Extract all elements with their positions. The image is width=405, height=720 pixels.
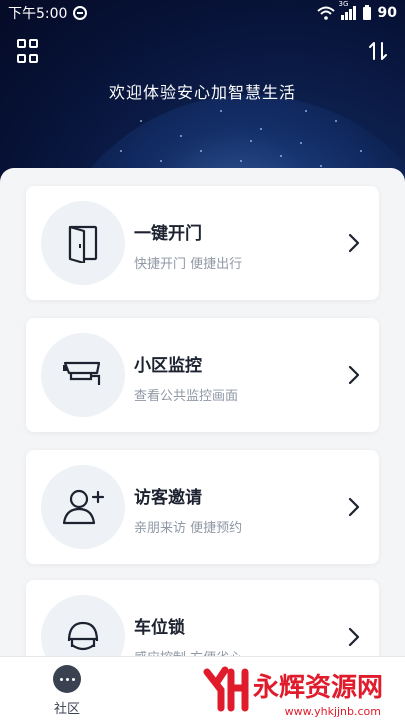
sync-icon [73, 6, 88, 20]
menu-grid-icon[interactable] [14, 38, 40, 64]
switch-icon[interactable] [365, 38, 391, 64]
watermark-url: www.yhkjjnb.com [284, 705, 381, 718]
camera-icon [63, 361, 101, 385]
watermark-brand: 永辉资源网 [252, 673, 383, 703]
card-title: 一键开门 [134, 224, 202, 244]
status-time: 下午5:00 [8, 6, 68, 22]
chevron-right-icon [348, 365, 360, 385]
card-title: 车位锁 [134, 618, 185, 638]
card-open-door[interactable]: 一键开门 快捷开门 便捷出行 [26, 186, 379, 300]
card-icon-wrap [41, 333, 125, 417]
tab-community[interactable]: 社区 [50, 665, 84, 717]
card-community-monitor[interactable]: 小区监控 查看公共监控画面 [26, 318, 379, 432]
card-icon-wrap [41, 465, 125, 549]
card-subtitle: 查看公共监控画面 [134, 389, 239, 404]
card-subtitle: 快捷开门 便捷出行 [134, 257, 243, 272]
network-badge: 3G [338, 0, 349, 8]
watermark-logo-icon [203, 666, 249, 712]
helmet-icon [67, 621, 99, 651]
content-sheet: 一键开门 快捷开门 便捷出行 小区监控 查看公共监控画面 访客邀请 亲朋来访 便… [0, 168, 405, 720]
chevron-right-icon [348, 627, 360, 647]
add-user-icon [62, 489, 105, 525]
card-icon-wrap [41, 201, 125, 285]
card-subtitle: 亲朋来访 便捷预约 [134, 521, 243, 536]
card-visitor-invite[interactable]: 访客邀请 亲朋来访 便捷预约 [26, 450, 379, 564]
welcome-text: 欢迎体验安心加智慧生活 [108, 83, 296, 102]
card-title: 小区监控 [134, 356, 202, 376]
chevron-right-icon [348, 233, 360, 253]
status-bar: 下午5:00 3G 90 [0, 0, 405, 26]
chevron-right-icon [348, 497, 360, 517]
battery-level: 90 [377, 5, 397, 21]
bottom-tab-bar: 社区 永辉资源网 www.yhkjjnb.com [0, 656, 405, 720]
chat-bubble-icon [53, 665, 81, 693]
signal-icon: 3G [339, 0, 356, 20]
wifi-icon [316, 6, 335, 20]
battery-icon [362, 5, 371, 20]
door-icon [68, 225, 98, 263]
tab-label: 社区 [53, 702, 80, 717]
card-title: 访客邀请 [134, 488, 202, 508]
